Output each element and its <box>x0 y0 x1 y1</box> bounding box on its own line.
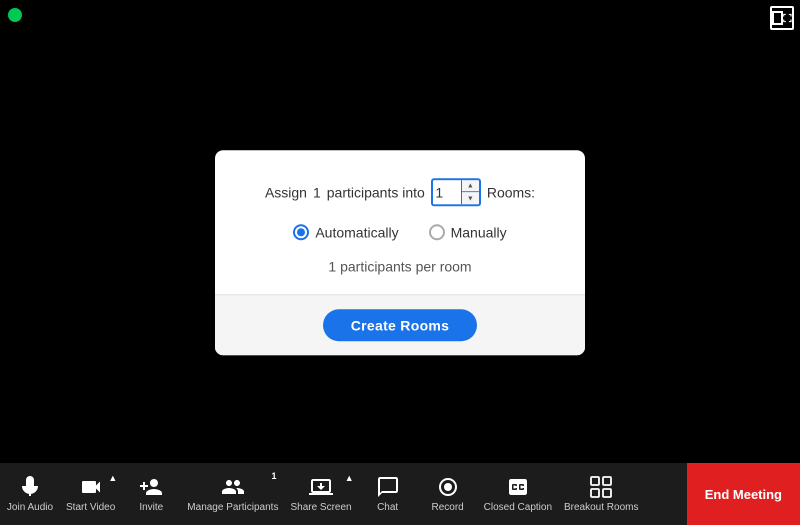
assign-row: Assign 1 participants into Rooms: <box>245 178 555 206</box>
video-caret-icon: ▲ <box>108 473 117 483</box>
toolbar-item-share-screen[interactable]: Share Screen ▲ <box>284 463 357 525</box>
chevron-up-icon <box>467 182 474 190</box>
spinner-up-button[interactable] <box>462 180 479 193</box>
toolbar-items: Join Audio Start Video ▲ Invite 1 Manage… <box>0 463 687 525</box>
fullscreen-button[interactable] <box>770 6 794 30</box>
share-screen-icon <box>309 475 333 499</box>
toolbar-item-invite[interactable]: Invite <box>121 463 181 525</box>
auto-label: Automatically <box>315 224 398 240</box>
cc-icon <box>506 475 530 499</box>
status-dot <box>8 8 22 22</box>
chat-icon <box>376 475 400 499</box>
toolbar-item-manage-participants[interactable]: 1 Manage Participants <box>181 463 284 525</box>
chat-label: Chat <box>377 502 398 513</box>
assign-label: Assign <box>265 184 307 200</box>
record-icon <box>436 475 460 499</box>
chevron-down-icon <box>467 194 474 202</box>
join-audio-label: Join Audio <box>7 502 53 513</box>
participants-icon <box>221 475 245 499</box>
toolbar-item-start-video[interactable]: Start Video ▲ <box>60 463 121 525</box>
toolbar-item-chat[interactable]: Chat <box>358 463 418 525</box>
manage-participants-label: Manage Participants <box>187 502 278 513</box>
manual-radio-circle <box>429 224 445 240</box>
toolbar-item-record[interactable]: Record <box>418 463 478 525</box>
spinner-down-button[interactable] <box>462 192 479 204</box>
toolbar-item-closed-caption[interactable]: Closed Caption <box>478 463 558 525</box>
toolbar: Join Audio Start Video ▲ Invite 1 Manage… <box>0 463 800 525</box>
share-caret-icon: ▲ <box>345 473 354 483</box>
create-rooms-button[interactable]: Create Rooms <box>323 309 478 341</box>
auto-radio-circle <box>293 224 309 240</box>
participants-count: 1 <box>313 184 321 200</box>
manual-label: Manually <box>451 224 507 240</box>
start-video-label: Start Video <box>66 502 115 513</box>
manual-radio-option[interactable]: Manually <box>429 224 507 240</box>
rooms-suffix: Rooms: <box>487 184 535 200</box>
breakout-icon <box>589 475 613 499</box>
toolbar-item-join-audio[interactable]: Join Audio <box>0 463 60 525</box>
rooms-number-input[interactable] <box>433 180 461 204</box>
toolbar-item-breakout-rooms[interactable]: Breakout Rooms <box>558 463 644 525</box>
invite-label: Invite <box>139 502 163 513</box>
per-room-text: 1 participants per room <box>245 258 555 274</box>
assign-middle: participants into <box>327 184 425 200</box>
auto-radio-option[interactable]: Automatically <box>293 224 398 240</box>
assignment-type-row: Automatically Manually <box>245 224 555 240</box>
record-label: Record <box>432 502 464 513</box>
spinner-buttons <box>461 180 479 204</box>
video-icon <box>79 475 103 499</box>
invite-icon <box>139 475 163 499</box>
modal-body: Assign 1 participants into Rooms: <box>215 150 585 294</box>
end-meeting-button[interactable]: End Meeting <box>687 463 800 525</box>
rooms-spinner[interactable] <box>431 178 481 206</box>
participants-badge: 1 <box>271 471 276 481</box>
audio-icon <box>18 475 42 499</box>
breakout-rooms-label: Breakout Rooms <box>564 502 638 513</box>
modal-footer: Create Rooms <box>215 294 585 355</box>
breakout-rooms-modal: Assign 1 participants into Rooms: <box>215 150 585 355</box>
share-screen-label: Share Screen <box>290 502 351 513</box>
closed-caption-label: Closed Caption <box>484 502 552 513</box>
